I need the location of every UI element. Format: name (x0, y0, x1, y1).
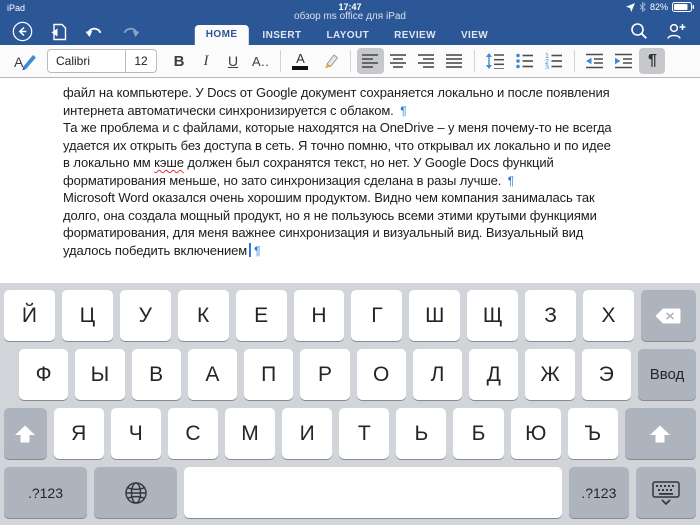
text-line: файл на компьютере. У Docs от Google док… (63, 84, 641, 102)
symbols-key-left[interactable]: .?123 (4, 467, 87, 518)
back-button[interactable] (12, 21, 33, 42)
key-Ц[interactable]: Ц (62, 290, 113, 341)
key-Б[interactable]: Б (453, 408, 503, 459)
key-У[interactable]: У (120, 290, 171, 341)
key-Л[interactable]: Л (413, 349, 462, 400)
key-Н[interactable]: Н (294, 290, 345, 341)
key-Й[interactable]: Й (4, 290, 55, 341)
pilcrow-mark: ¶ (400, 104, 406, 118)
search-icon[interactable] (630, 22, 648, 40)
key-О[interactable]: О (357, 349, 406, 400)
underline-button[interactable]: U (220, 48, 246, 74)
formatting-toolbar: A Calibri 12 B I U A.. A 123 ¶ (0, 45, 700, 78)
key-Я[interactable]: Я (54, 408, 104, 459)
bold-button[interactable]: B (166, 48, 192, 74)
misspelled-word: кэше (154, 155, 184, 170)
pilcrow-mark: ¶ (508, 174, 514, 188)
text-line: удается их открыть без доступа в сеть. Я… (63, 137, 641, 155)
key-Т[interactable]: Т (339, 408, 389, 459)
line-spacing-button[interactable] (481, 48, 510, 74)
key-Ч[interactable]: Ч (111, 408, 161, 459)
key-Щ[interactable]: Щ (467, 290, 518, 341)
backspace-key[interactable] (641, 290, 696, 341)
tab-insert[interactable]: INSERT (251, 26, 312, 45)
decrease-indent-button[interactable] (581, 48, 609, 74)
key-З[interactable]: З (525, 290, 576, 341)
share-person-icon[interactable] (666, 22, 686, 40)
key-Е[interactable]: Е (236, 290, 287, 341)
document-canvas[interactable]: файл на компьютере. У Docs от Google док… (0, 79, 700, 283)
key-Ы[interactable]: Ы (75, 349, 124, 400)
key-Х[interactable]: Х (583, 290, 634, 341)
key-Д[interactable]: Д (469, 349, 518, 400)
tab-home[interactable]: HOME (195, 25, 249, 45)
align-left-button[interactable] (357, 48, 384, 74)
pilcrow-mark: ¶ (254, 244, 260, 258)
onscreen-keyboard: ЙЦУКЕНГШЩЗХ ФЫВАПРОЛДЖЭ Ввод ЯЧСМИТЬБЮЪ … (0, 283, 700, 525)
key-И[interactable]: И (282, 408, 332, 459)
key-С[interactable]: С (168, 408, 218, 459)
svg-text:3: 3 (545, 65, 549, 70)
key-Ю[interactable]: Ю (511, 408, 561, 459)
title-bar: iPad 17:47 82% обзор ms office для iPad (0, 0, 700, 45)
key-Ш[interactable]: Ш (409, 290, 460, 341)
tab-review[interactable]: REVIEW (383, 26, 447, 45)
key-Р[interactable]: Р (300, 349, 349, 400)
text-line: Microsoft Word оказался очень хорошим пр… (63, 189, 641, 207)
redo-button[interactable] (121, 25, 140, 39)
key-Ф[interactable]: Ф (19, 349, 68, 400)
format-painter-icon[interactable]: A (8, 48, 42, 74)
symbols-key-right[interactable]: .?123 (569, 467, 629, 518)
key-В[interactable]: В (132, 349, 181, 400)
font-selector[interactable]: Calibri 12 (47, 49, 157, 73)
key-А[interactable]: А (188, 349, 237, 400)
tab-view[interactable]: VIEW (450, 26, 499, 45)
key-П[interactable]: П (244, 349, 293, 400)
key-Г[interactable]: Г (351, 290, 402, 341)
show-paragraph-marks-button[interactable]: ¶ (639, 48, 665, 74)
more-formatting-button[interactable]: A.. (247, 48, 274, 74)
align-right-button[interactable] (413, 48, 440, 74)
text-line: в локально мм кэше должен был сохранятся… (63, 154, 641, 172)
text-line: форматирования, для меня важнее синхрони… (63, 224, 641, 242)
space-key[interactable] (184, 467, 562, 518)
font-name-value: Calibri (48, 54, 125, 68)
enter-key[interactable]: Ввод (638, 349, 696, 400)
tab-layout[interactable]: LAYOUT (315, 26, 380, 45)
text-line: удалось победить включением¶ (63, 242, 641, 260)
text-line: Та же проблема и с файлами, которые нахо… (63, 119, 641, 137)
key-Ъ[interactable]: Ъ (568, 408, 618, 459)
shift-left-key[interactable] (4, 408, 47, 459)
font-color-button[interactable]: A (287, 48, 313, 74)
ribbon-tabs: HOMEINSERTLAYOUTREVIEWVIEW (195, 25, 499, 45)
globe-key[interactable] (94, 467, 177, 518)
key-К[interactable]: К (178, 290, 229, 341)
text-line: долго, она создала мощный продукт, но я … (63, 207, 641, 225)
bullet-list-button[interactable] (511, 48, 539, 74)
undo-button[interactable] (85, 25, 104, 39)
highlighter-icon[interactable] (314, 48, 344, 74)
key-Ж[interactable]: Ж (525, 349, 574, 400)
svg-text:A: A (14, 54, 24, 70)
numbered-list-button[interactable]: 123 (540, 48, 568, 74)
font-size-value[interactable]: 12 (126, 54, 156, 68)
text-line: интернета автоматически синхронизируется… (63, 102, 641, 120)
key-Ь[interactable]: Ь (396, 408, 446, 459)
italic-button[interactable]: I (193, 48, 219, 74)
key-М[interactable]: М (225, 408, 275, 459)
align-justify-button[interactable] (441, 48, 468, 74)
key-Э[interactable]: Э (582, 349, 631, 400)
text-cursor (249, 243, 251, 257)
text-line: форматирования меньше, но зато синхрониз… (63, 172, 641, 190)
increase-indent-button[interactable] (610, 48, 638, 74)
save-button[interactable] (50, 23, 68, 41)
document-text: файл на компьютере. У Docs от Google док… (63, 84, 641, 259)
dismiss-keyboard-key[interactable] (636, 467, 696, 518)
shift-right-key[interactable] (625, 408, 696, 459)
align-center-button[interactable] (385, 48, 412, 74)
